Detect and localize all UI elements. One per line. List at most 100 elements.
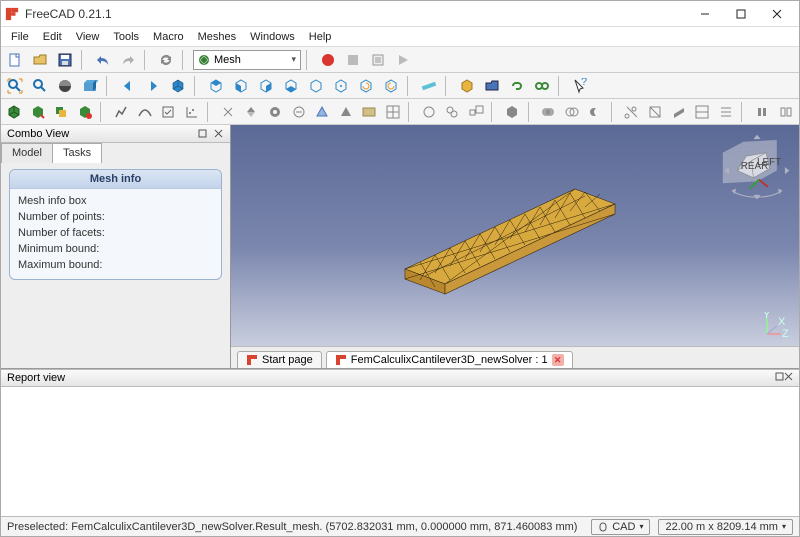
mesh-regular-solid-icon[interactable] xyxy=(502,101,523,123)
mesh-split-icon[interactable] xyxy=(775,101,796,123)
task-header: Mesh info xyxy=(10,170,221,189)
view-rotate-right-icon[interactable] xyxy=(380,75,402,97)
redo-icon[interactable] xyxy=(117,49,139,71)
workbench-selector[interactable]: Mesh ▾ xyxy=(193,50,301,70)
mesh-remove-by-hand-icon[interactable] xyxy=(359,101,380,123)
menu-macro[interactable]: Macro xyxy=(147,29,190,45)
view-bottom-icon[interactable] xyxy=(305,75,327,97)
report-view-body[interactable] xyxy=(1,387,799,516)
mesh-fromshape-icon[interactable] xyxy=(51,101,72,123)
mesh-union-icon[interactable] xyxy=(538,101,559,123)
mesh-fill-holes-icon[interactable] xyxy=(265,101,286,123)
measure-icon[interactable] xyxy=(418,75,440,97)
link-make-icon[interactable] xyxy=(506,75,528,97)
document-tabs: Start page FemCalculixCantilever3D_newSo… xyxy=(231,346,799,368)
minimize-button[interactable] xyxy=(687,3,723,25)
group-create-icon[interactable] xyxy=(481,75,503,97)
mesh-evaluate-solid-icon[interactable] xyxy=(158,101,179,123)
main-area: Combo View Model Tasks Mesh info Mesh in… xyxy=(1,125,799,369)
bounding-box-icon[interactable] xyxy=(79,75,101,97)
view-rotate-left-icon[interactable] xyxy=(355,75,377,97)
mesh-difference-icon[interactable] xyxy=(585,101,606,123)
menu-windows[interactable]: Windows xyxy=(244,29,301,45)
fit-all-icon[interactable] xyxy=(4,75,26,97)
mesh-object[interactable] xyxy=(385,159,645,299)
panel-float-icon[interactable] xyxy=(196,128,208,140)
mesh-curvature-info-icon[interactable] xyxy=(134,101,155,123)
view-left-icon[interactable] xyxy=(330,75,352,97)
panel-close-icon[interactable] xyxy=(212,128,224,140)
menu-help[interactable]: Help xyxy=(303,29,338,45)
tab-start-page[interactable]: Start page xyxy=(237,351,322,368)
macro-play-icon[interactable] xyxy=(392,49,414,71)
freecad-tab-icon xyxy=(335,354,347,366)
mesh-cross-sections-icon[interactable] xyxy=(716,101,737,123)
mesh-decimate-icon[interactable] xyxy=(442,101,463,123)
task-row: Mesh info box xyxy=(10,193,221,209)
open-icon[interactable] xyxy=(29,49,51,71)
mesh-section-icon[interactable] xyxy=(692,101,713,123)
view-top-icon[interactable] xyxy=(230,75,252,97)
3d-viewport[interactable]: REAR LEFT Y Z X xyxy=(231,125,799,346)
refresh-icon[interactable] xyxy=(155,49,177,71)
save-icon[interactable] xyxy=(54,49,76,71)
view-right-icon[interactable] xyxy=(255,75,277,97)
navigation-cube[interactable]: REAR LEFT xyxy=(721,131,793,203)
whats-this-icon[interactable]: ? xyxy=(569,75,591,97)
draw-style-icon[interactable] xyxy=(54,75,76,97)
tab-close-icon[interactable]: ✕ xyxy=(552,354,564,366)
dimensions-display[interactable]: 22.00 m x 8209.14 mm ▾ xyxy=(658,519,793,535)
window-title: FreeCAD 0.21.1 xyxy=(25,7,687,21)
mesh-analyze-icon[interactable] xyxy=(111,101,132,123)
menu-tools[interactable]: Tools xyxy=(107,29,145,45)
mesh-import-icon[interactable] xyxy=(4,101,25,123)
mesh-remove-comp-icon[interactable] xyxy=(335,101,356,123)
nav-back-icon[interactable] xyxy=(117,75,139,97)
mesh-harmonize-icon[interactable] xyxy=(218,101,239,123)
macro-record-icon[interactable] xyxy=(317,49,339,71)
tab-document[interactable]: FemCalculixCantilever3D_newSolver : 1 ✕ xyxy=(326,351,573,368)
menu-meshes[interactable]: Meshes xyxy=(192,29,243,45)
nav-style-selector[interactable]: CAD ▾ xyxy=(591,519,650,535)
undo-icon[interactable] xyxy=(92,49,114,71)
view-front-icon[interactable] xyxy=(205,75,227,97)
mesh-curvature-plot-icon[interactable] xyxy=(181,101,202,123)
mesh-segmentation-icon[interactable] xyxy=(382,101,403,123)
freecad-tab-icon xyxy=(246,354,258,366)
mesh-scale-icon[interactable] xyxy=(466,101,487,123)
link-actions-icon[interactable] xyxy=(531,75,553,97)
mesh-add-facet-icon[interactable] xyxy=(312,101,333,123)
mesh-smooth-icon[interactable] xyxy=(419,101,440,123)
close-button[interactable] xyxy=(759,3,795,25)
menu-edit[interactable]: Edit xyxy=(37,29,68,45)
panel-float-icon[interactable] xyxy=(775,372,784,384)
combo-tabs: Model Tasks xyxy=(1,143,230,163)
macro-list-icon[interactable] xyxy=(367,49,389,71)
maximize-button[interactable] xyxy=(723,3,759,25)
menu-bar: File Edit View Tools Macro Meshes Window… xyxy=(1,27,799,47)
mesh-intersection-icon[interactable] xyxy=(562,101,583,123)
tab-model[interactable]: Model xyxy=(1,143,53,163)
menu-file[interactable]: File xyxy=(5,29,35,45)
mesh-export-icon[interactable] xyxy=(28,101,49,123)
mesh-close-hole-icon[interactable] xyxy=(288,101,309,123)
mesh-flip-icon[interactable] xyxy=(241,101,262,123)
mesh-trim-icon[interactable] xyxy=(645,101,666,123)
macro-stop-icon[interactable] xyxy=(342,49,364,71)
nav-forward-icon[interactable] xyxy=(142,75,164,97)
status-preselection: Preselected: FemCalculixCantilever3D_new… xyxy=(7,521,583,533)
part-create-icon[interactable] xyxy=(456,75,478,97)
nav-style-label: CAD xyxy=(612,521,635,533)
panel-close-icon[interactable] xyxy=(784,372,793,384)
mesh-trim-plane-icon[interactable] xyxy=(669,101,690,123)
new-icon[interactable] xyxy=(4,49,26,71)
mesh-refinement-icon[interactable] xyxy=(75,101,96,123)
mesh-cut-icon[interactable] xyxy=(621,101,642,123)
menu-view[interactable]: View xyxy=(70,29,106,45)
tab-tasks[interactable]: Tasks xyxy=(52,143,102,163)
mesh-merge-icon[interactable] xyxy=(752,101,773,123)
fit-selection-icon[interactable] xyxy=(29,75,51,97)
view-rear-icon[interactable] xyxy=(280,75,302,97)
isometric-icon[interactable] xyxy=(167,75,189,97)
report-view-header: Report view xyxy=(1,369,799,387)
